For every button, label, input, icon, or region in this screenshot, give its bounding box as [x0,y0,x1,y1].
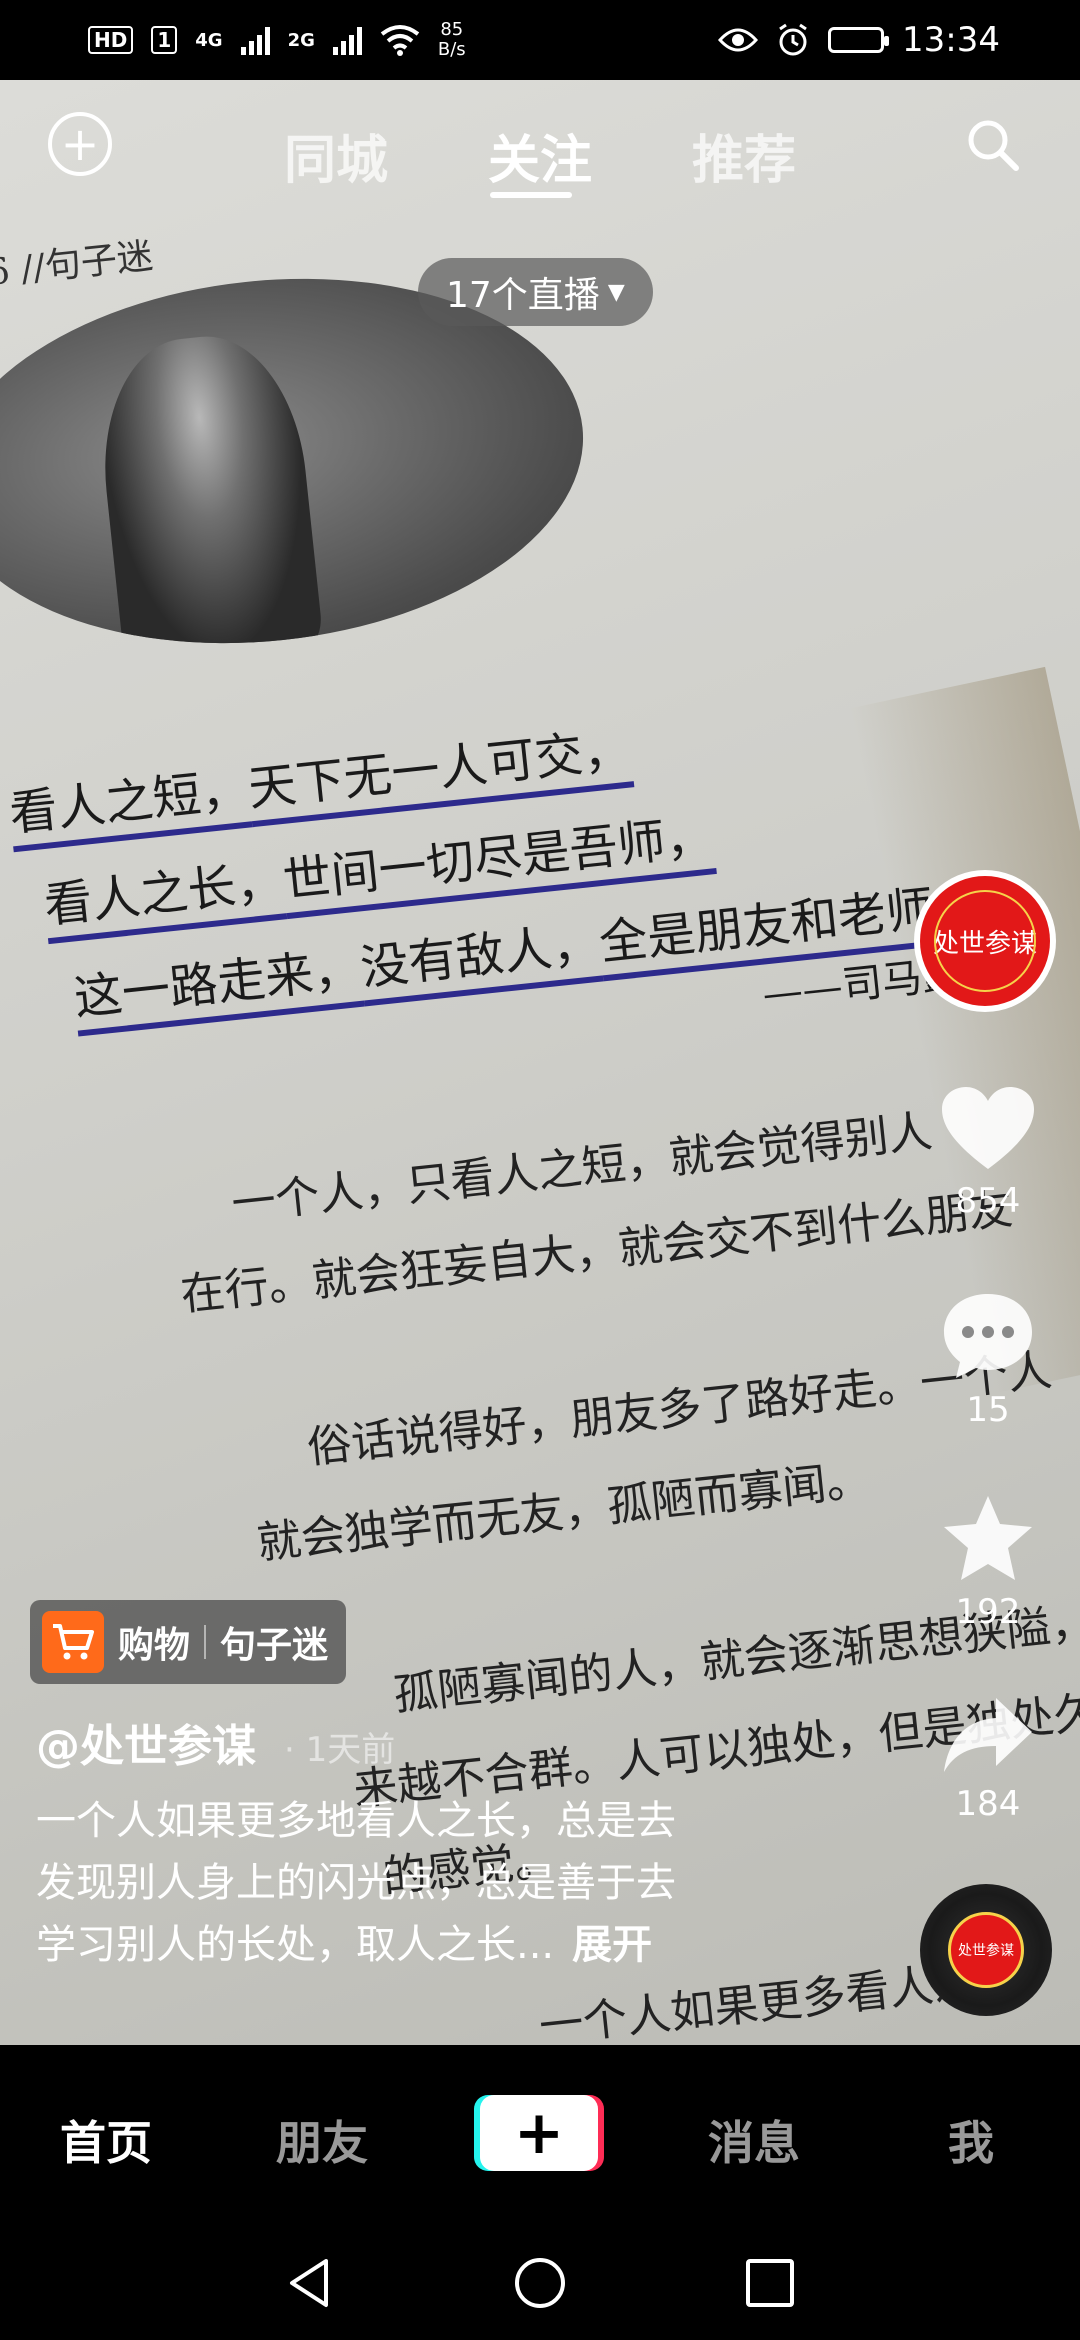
home-circle-icon[interactable] [512,2255,568,2311]
page-number: 226 //句子迷 [0,235,155,299]
nav-friends[interactable]: 朋友 [276,2107,368,2173]
sim-indicator: 1 [151,26,178,54]
nav-me[interactable]: 我 [948,2107,994,2173]
network-type-2: 2G [287,29,315,51]
music-disc[interactable]: 处世参谋 [920,1884,1052,2016]
description-line: 一个人如果更多地看人之长，总是去 [36,1798,676,1844]
network-speed: 85 B/s [437,19,466,60]
nav-home[interactable]: 首页 [60,2107,152,2173]
share-count: 184 [955,1784,1021,1824]
comment-count: 15 [966,1390,1010,1430]
wifi-icon [380,25,420,56]
star-icon [944,1496,1032,1580]
heart-icon [942,1087,1034,1169]
dropdown-caret-icon: ▼ [607,279,625,305]
alarm-icon [779,23,807,56]
favorite-button[interactable]: 192 [928,1492,1048,1632]
search-icon[interactable] [966,118,1020,172]
system-navigation-bar [0,2225,1080,2340]
expand-button[interactable]: 展开 [572,1922,652,1968]
favorite-count: 192 [955,1592,1021,1632]
share-button[interactable]: 184 [928,1692,1048,1824]
like-count: 854 [955,1181,1021,1221]
network-type-1: 4G [195,29,223,51]
creator-avatar[interactable]: 处世参谋 [914,870,1056,1012]
signal-icon [240,25,270,55]
active-tab-indicator [490,192,572,198]
status-bar: HD 1 4G 2G 85 B/s 13:34 [0,0,1080,80]
shopping-label: 购物 [118,1625,191,1666]
share-arrow-icon [944,1698,1032,1772]
description-line: 学习别人的长处，取人之长... 展开 [36,1922,653,1968]
tab-recommended[interactable]: 推荐 [692,118,796,193]
creator-info: @处世参谋 · 1天前 [36,1710,395,1774]
shopping-tag[interactable]: 购物 句子迷 [30,1600,347,1684]
post-time: · 1天前 [284,1730,396,1770]
recents-square-icon[interactable] [742,2255,798,2311]
eye-icon [718,28,759,52]
divider [204,1625,207,1659]
like-button[interactable]: 854 [928,1085,1048,1221]
plus-icon: + [513,2098,565,2168]
top-bar: + 同城 关注 推荐 [0,80,1080,210]
hd-indicator: HD [88,26,134,54]
tab-following[interactable]: 关注 [488,118,592,193]
video-description: 一个人如果更多地看人之长，总是去 发现别人身上的闪光点，总是善于去 学习别人的长… [36,1790,796,1976]
clock: 13:34 [902,20,1000,60]
signal-icon [332,25,362,55]
create-button[interactable]: + [480,2095,598,2171]
live-count-pill[interactable]: 17个直播 ▼ [418,258,653,326]
shopping-source: 句子迷 [220,1625,329,1666]
creator-handle[interactable]: @处世参谋 [36,1710,256,1774]
bottom-navigation: 首页 朋友 + 消息 我 [0,2045,1080,2225]
comment-button[interactable]: 15 [928,1290,1048,1430]
back-triangle-icon[interactable] [282,2255,338,2311]
comment-icon [944,1294,1032,1378]
nav-messages[interactable]: 消息 [708,2107,800,2173]
battery-icon [828,27,890,53]
tab-same-city[interactable]: 同城 [284,118,388,193]
cart-icon [42,1611,104,1673]
description-line: 发现别人身上的闪光点，总是善于去 [36,1860,676,1906]
add-circle-icon[interactable]: + [48,112,112,176]
